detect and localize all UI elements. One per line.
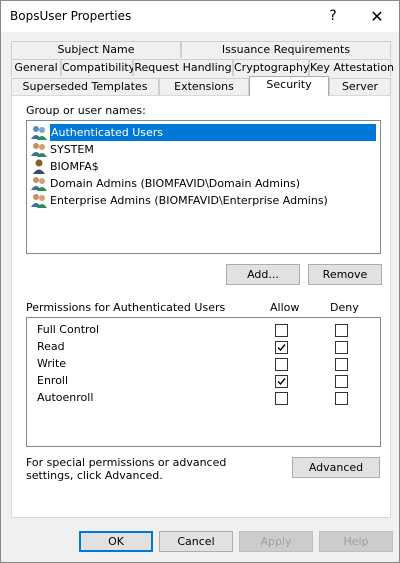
list-item[interactable]: Domain Admins (BIOMFAVID\Domain Admins)	[30, 175, 300, 192]
deny-checkbox[interactable]	[335, 392, 348, 405]
advanced-button[interactable]: Advanced	[292, 457, 380, 478]
help-button[interactable]: Help	[319, 531, 393, 552]
allow-column-header: Allow	[270, 301, 300, 314]
allow-checkbox[interactable]	[275, 324, 288, 337]
help-icon[interactable]: ?	[311, 1, 355, 32]
permission-row: Write	[27, 356, 380, 373]
user-name: Domain Admins (BIOMFAVID\Domain Admins)	[50, 177, 301, 190]
group-names-label: Group or user names:	[26, 104, 146, 117]
title-bar: BopsUser Properties ? ✕	[1, 1, 399, 32]
allow-checkbox[interactable]	[275, 392, 288, 405]
remove-button[interactable]: Remove	[308, 264, 382, 285]
group-users-icon	[31, 126, 47, 140]
window-title: BopsUser Properties	[10, 9, 132, 23]
tab-key-attestation[interactable]: Key Attestation	[309, 59, 394, 76]
user-icon	[33, 159, 45, 174]
tab-cryptography[interactable]: Cryptography	[233, 59, 309, 76]
apply-button[interactable]: Apply	[239, 531, 313, 552]
close-icon[interactable]: ✕	[355, 1, 399, 32]
tab-request-handling[interactable]: Request Handling	[133, 59, 233, 76]
permission-row: Full Control	[27, 322, 380, 339]
user-name: Authenticated Users	[50, 126, 165, 139]
advanced-hint-text: For special permissions or advanced sett…	[26, 456, 227, 482]
tab-extensions[interactable]: Extensions	[159, 78, 249, 95]
tab-compatibility[interactable]: Compatibility	[61, 59, 135, 76]
permissions-label: Permissions for Authenticated Users	[26, 301, 226, 314]
user-name: SYSTEM	[50, 143, 94, 156]
permission-row: Enroll	[27, 373, 380, 390]
permission-name: Read	[37, 340, 65, 353]
deny-checkbox[interactable]	[335, 358, 348, 371]
check-mark-icon	[277, 378, 286, 386]
permission-row: Autoenroll	[27, 390, 380, 407]
permission-name: Autoenroll	[37, 391, 94, 404]
tab-superseded-templates[interactable]: Superseded Templates	[11, 78, 159, 95]
allow-checkbox[interactable]	[275, 375, 288, 388]
check-mark-icon	[277, 344, 286, 352]
user-listbox[interactable]: Authenticated Users SYSTEM BIOMFA$ Domai…	[26, 120, 381, 254]
deny-checkbox[interactable]	[335, 341, 348, 354]
permissions-list: Full Control Read Write Enroll Autoenrol	[26, 317, 381, 447]
allow-checkbox[interactable]	[275, 341, 288, 354]
allow-checkbox[interactable]	[275, 358, 288, 371]
permission-row: Read	[27, 339, 380, 356]
group-users-icon	[31, 143, 47, 157]
list-item[interactable]: BIOMFA$	[30, 158, 99, 175]
tab-subject-name[interactable]: Subject Name	[11, 41, 181, 58]
list-item[interactable]: Authenticated Users	[30, 124, 376, 141]
cancel-button[interactable]: Cancel	[159, 531, 233, 552]
permission-name: Write	[37, 357, 67, 370]
permission-name: Full Control	[37, 323, 100, 336]
group-users-icon	[31, 177, 47, 191]
tab-issuance-requirements[interactable]: Issuance Requirements	[181, 41, 391, 58]
group-users-icon	[31, 194, 47, 208]
deny-checkbox[interactable]	[335, 375, 348, 388]
list-item[interactable]: SYSTEM	[30, 141, 94, 158]
properties-dialog: BopsUser Properties ? ✕ Subject Name Iss…	[0, 0, 400, 563]
deny-column-header: Deny	[330, 301, 359, 314]
security-panel: Group or user names: Authenticated Users…	[11, 95, 391, 518]
tab-server[interactable]: Server	[329, 78, 391, 95]
tab-security[interactable]: Security	[249, 76, 329, 96]
user-name: BIOMFA$	[50, 160, 99, 173]
deny-checkbox[interactable]	[335, 324, 348, 337]
user-name: Enterprise Admins (BIOMFAVID\Enterprise …	[50, 194, 328, 207]
list-item[interactable]: Enterprise Admins (BIOMFAVID\Enterprise …	[30, 192, 328, 209]
ok-button[interactable]: OK	[79, 531, 153, 552]
permission-name: Enroll	[37, 374, 69, 387]
add-button[interactable]: Add...	[226, 264, 300, 285]
dialog-footer: OK Cancel Apply Help	[1, 521, 399, 562]
tab-general[interactable]: General	[11, 59, 61, 76]
